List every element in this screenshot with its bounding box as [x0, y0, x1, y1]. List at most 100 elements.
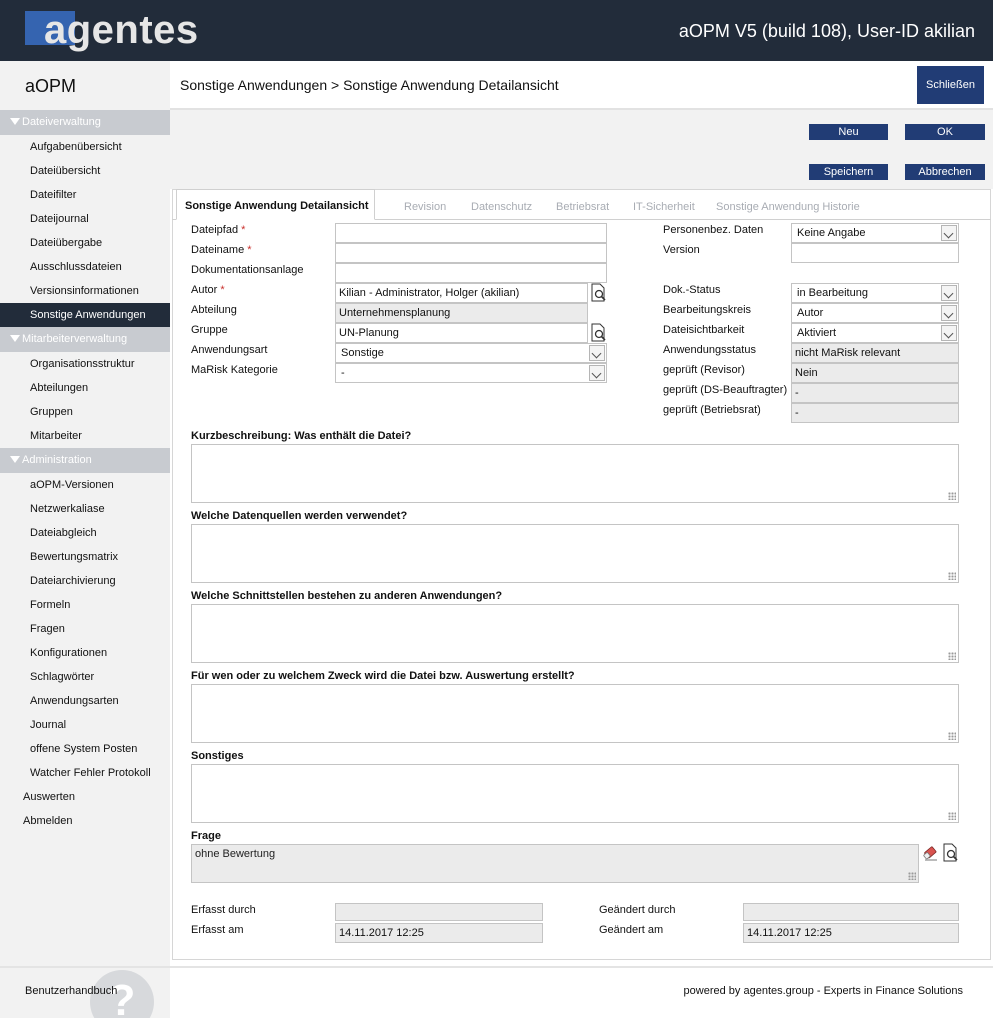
dokumentationsanlage-input[interactable]: [335, 263, 607, 283]
autor-label: Autor *: [191, 284, 225, 296]
tab-bar: Sonstige Anwendung Detailansicht Revisio…: [172, 189, 991, 220]
sidebar-item-konfigurationen[interactable]: Konfigurationen: [0, 641, 170, 665]
anwendungsstatus-field: nicht MaRisk relevant: [791, 343, 959, 363]
eraser-icon[interactable]: [922, 844, 940, 862]
sidebar-nav: Dateiverwaltung Aufgabenübersicht Dateiü…: [0, 110, 170, 833]
abteilung-field: Unternehmensplanung: [335, 303, 588, 323]
personenbez-select[interactable]: Keine Angabe: [791, 223, 959, 243]
sidebar-section-administration[interactable]: Administration: [0, 448, 170, 473]
sidebar-item-aufgabenuebersicht[interactable]: Aufgabenübersicht: [0, 135, 170, 159]
sidebar-item-dateiuebersicht[interactable]: Dateiübersicht: [0, 159, 170, 183]
sidebar-item-dateifilter[interactable]: Dateifilter: [0, 183, 170, 207]
footer: ? Benutzerhandbuch powered by agentes.gr…: [0, 966, 993, 1018]
sidebar-item-organisationsstruktur[interactable]: Organisationsstruktur: [0, 352, 170, 376]
sidebar-section-dateiverwaltung[interactable]: Dateiverwaltung: [0, 110, 170, 135]
sidebar-item-watcher-fehler-protokoll[interactable]: Watcher Fehler Protokoll: [0, 761, 170, 785]
erfasst-durch-field: [335, 903, 543, 921]
sonstiges-textarea[interactable]: [191, 764, 959, 823]
geaendert-am-field: 14.11.2017 12:25: [743, 923, 959, 943]
sidebar-item-versionsinformationen[interactable]: Versionsinformationen: [0, 279, 170, 303]
geaendert-durch-label: Geändert durch: [599, 904, 676, 916]
sidebar-item-schlagwoerter[interactable]: Schlagwörter: [0, 665, 170, 689]
sidebar-item-dateiuebergabe[interactable]: Dateiübergabe: [0, 231, 170, 255]
tab-historie[interactable]: Sonstige Anwendung Historie: [716, 201, 860, 213]
sidebar-item-sonstige-anwendungen[interactable]: Sonstige Anwendungen: [0, 303, 170, 327]
sidebar-section-mitarbeiterverwaltung[interactable]: Mitarbeiterverwaltung: [0, 327, 170, 352]
dateipfad-label: Dateipfad *: [191, 224, 246, 236]
zweck-textarea[interactable]: [191, 684, 959, 743]
sidebar-item-dateiarchivierung[interactable]: Dateiarchivierung: [0, 569, 170, 593]
marisk-select[interactable]: -: [335, 363, 607, 383]
schnittstellen-textarea[interactable]: [191, 604, 959, 663]
bearbeitungskreis-select[interactable]: Autor: [791, 303, 959, 323]
sidebar-item-abteilungen[interactable]: Abteilungen: [0, 376, 170, 400]
search-lookup-icon[interactable]: [941, 843, 959, 863]
autor-input[interactable]: Kilian - Administrator, Holger (akilian): [335, 283, 588, 303]
dateiname-input[interactable]: [335, 243, 607, 263]
tab-betriebsrat[interactable]: Betriebsrat: [556, 201, 609, 213]
new-button[interactable]: Neu: [809, 124, 888, 140]
sidebar-item-anwendungsarten[interactable]: Anwendungsarten: [0, 689, 170, 713]
sichtbarkeit-select[interactable]: Aktiviert: [791, 323, 959, 343]
chevron-down-icon: [941, 325, 957, 341]
sidebar-item-auswerten[interactable]: Auswerten: [0, 785, 170, 809]
resize-grip-icon[interactable]: [948, 732, 956, 740]
sidebar-section-label: Administration: [22, 454, 92, 466]
bearbeitungskreis-label: Bearbeitungskreis: [663, 304, 752, 316]
cancel-button[interactable]: Abbrechen: [905, 164, 985, 180]
betriebsrat-field: -: [791, 403, 959, 423]
sidebar-item-aopm-versionen[interactable]: aOPM-Versionen: [0, 473, 170, 497]
resize-grip-icon[interactable]: [948, 492, 956, 500]
tab-detailansicht[interactable]: Sonstige Anwendung Detailansicht: [176, 189, 375, 220]
sidebar-section-label: Dateiverwaltung: [22, 116, 101, 128]
ds-field: -: [791, 383, 959, 403]
sidebar-section-label: Mitarbeiterverwaltung: [22, 333, 128, 345]
sidebar-item-journal[interactable]: Journal: [0, 713, 170, 737]
search-lookup-icon[interactable]: [589, 283, 607, 303]
datenquellen-textarea[interactable]: [191, 524, 959, 583]
sidebar-item-mitarbeiter[interactable]: Mitarbeiter: [0, 424, 170, 448]
resize-grip-icon[interactable]: [948, 572, 956, 580]
tab-revision[interactable]: Revision: [404, 201, 446, 213]
collapse-triangle-icon: [10, 118, 20, 125]
kurzbeschreibung-label: Kurzbeschreibung: Was enthält die Datei?: [191, 430, 412, 442]
resize-grip-icon[interactable]: [908, 872, 916, 880]
anwendungsart-select[interactable]: Sonstige: [335, 343, 607, 363]
save-button[interactable]: Speichern: [809, 164, 888, 180]
dateipfad-input[interactable]: [335, 223, 607, 243]
geaendert-durch-field: [743, 903, 959, 921]
sidebar-item-gruppen[interactable]: Gruppen: [0, 400, 170, 424]
app-version-user-info: aOPM V5 (build 108), User-ID akilian: [678, 21, 975, 41]
sidebar-item-bewertungsmatrix[interactable]: Bewertungsmatrix: [0, 545, 170, 569]
tab-it-sicherheit[interactable]: IT-Sicherheit: [633, 201, 695, 213]
kurzbeschreibung-textarea[interactable]: [191, 444, 959, 503]
erfasst-am-label: Erfasst am: [191, 924, 244, 936]
sidebar-item-dateiabgleich[interactable]: Dateiabgleich: [0, 521, 170, 545]
sidebar-item-fragen[interactable]: Fragen: [0, 617, 170, 641]
close-button[interactable]: Schließen: [917, 66, 984, 104]
sichtbarkeit-label: Dateisichtbarkeit: [663, 324, 745, 336]
tab-datenschutz[interactable]: Datenschutz: [471, 201, 532, 213]
resize-grip-icon[interactable]: [948, 652, 956, 660]
logo: agentes: [44, 8, 199, 52]
sidebar-item-dateijournal[interactable]: Dateijournal: [0, 207, 170, 231]
powered-by-text: powered by agentes.group - Experts in Fi…: [683, 985, 963, 997]
sidebar-item-ausschlussdateien[interactable]: Ausschlussdateien: [0, 255, 170, 279]
resize-grip-icon[interactable]: [948, 812, 956, 820]
dokstatus-select[interactable]: in Bearbeitung: [791, 283, 959, 303]
gruppe-label: Gruppe: [191, 324, 228, 336]
user-manual-link[interactable]: Benutzerhandbuch: [25, 985, 117, 997]
sidebar-item-abmelden[interactable]: Abmelden: [0, 809, 170, 833]
marisk-label: MaRisk Kategorie: [191, 364, 278, 376]
sidebar-item-offene-system-posten[interactable]: offene System Posten: [0, 737, 170, 761]
sidebar-title: aOPM: [25, 76, 77, 96]
collapse-triangle-icon: [10, 456, 20, 463]
gruppe-input[interactable]: UN-Planung: [335, 323, 588, 343]
sonstiges-label: Sonstiges: [191, 750, 244, 762]
search-lookup-icon[interactable]: [589, 323, 607, 343]
ds-label: geprüft (DS-Beauftragter): [663, 384, 788, 396]
ok-button[interactable]: OK: [905, 124, 985, 140]
sidebar-item-netzwerkaliase[interactable]: Netzwerkaliase: [0, 497, 170, 521]
sidebar-item-formeln[interactable]: Formeln: [0, 593, 170, 617]
version-input[interactable]: [791, 243, 959, 263]
